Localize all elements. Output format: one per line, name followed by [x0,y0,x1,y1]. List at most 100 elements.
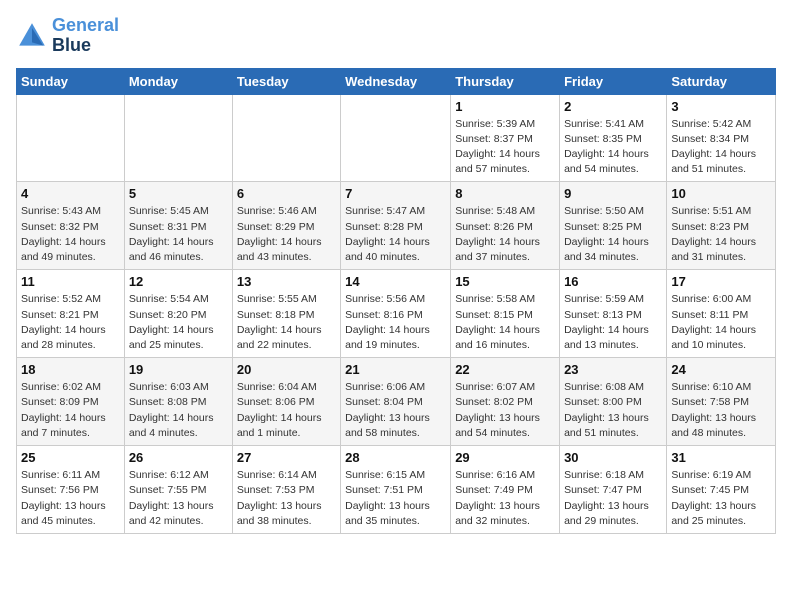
week-row-1: 1 Sunrise: 5:39 AMSunset: 8:37 PMDaylight… [17,94,776,182]
day-number: 17 [671,274,771,289]
day-cell: 5Sunrise: 5:45 AMSunset: 8:31 PMDaylight… [124,182,232,270]
day-cell: 9 Sunrise: 5:50 AMSunset: 8:25 PMDaylight… [560,182,667,270]
page-header: General Blue [16,16,776,56]
day-cell: 12Sunrise: 5:54 AMSunset: 8:20 PMDayligh… [124,270,232,358]
day-cell: 24 Sunrise: 6:10 AMSunset: 7:58 PMDayligh… [667,358,776,446]
day-cell: 18Sunrise: 6:02 AMSunset: 8:09 PMDayligh… [17,358,125,446]
day-cell: 13 Sunrise: 5:55 AMSunset: 8:18 PMDayligh… [232,270,340,358]
col-header-thursday: Thursday [451,68,560,94]
day-number: 23 [564,362,662,377]
day-info: Sunrise: 6:18 AMSunset: 7:47 PMDaylight:… [564,468,662,529]
day-number: 6 [237,186,336,201]
day-number: 27 [237,450,336,465]
day-info: Sunrise: 6:14 AMSunset: 7:53 PMDaylight:… [237,468,336,529]
day-info: Sunrise: 5:55 AMSunset: 8:18 PMDaylight:… [237,292,336,353]
day-info: Sunrise: 6:04 AMSunset: 8:06 PMDaylight:… [237,380,336,441]
calendar-table: SundayMondayTuesdayWednesdayThursdayFrid… [16,68,776,534]
day-number: 3 [671,99,771,114]
col-header-tuesday: Tuesday [232,68,340,94]
day-cell [232,94,340,182]
week-row-5: 25 Sunrise: 6:11 AMSunset: 7:56 PMDayligh… [17,446,776,534]
week-row-2: 4Sunrise: 5:43 AMSunset: 8:32 PMDaylight… [17,182,776,270]
day-info: Sunrise: 5:39 AMSunset: 8:37 PMDaylight:… [455,117,555,178]
day-number: 24 [671,362,771,377]
day-cell: 15 Sunrise: 5:58 AMSunset: 8:15 PMDayligh… [451,270,560,358]
day-number: 9 [564,186,662,201]
day-info: Sunrise: 6:15 AMSunset: 7:51 PMDaylight:… [345,468,446,529]
day-cell: 28 Sunrise: 6:15 AMSunset: 7:51 PMDayligh… [341,446,451,534]
day-cell: 11Sunrise: 5:52 AMSunset: 8:21 PMDayligh… [17,270,125,358]
day-cell: 31Sunrise: 6:19 AMSunset: 7:45 PMDayligh… [667,446,776,534]
logo: General Blue [16,16,119,56]
day-number: 13 [237,274,336,289]
day-cell: 2 Sunrise: 5:41 AMSunset: 8:35 PMDaylight… [560,94,667,182]
calendar-header: SundayMondayTuesdayWednesdayThursdayFrid… [17,68,776,94]
day-number: 16 [564,274,662,289]
day-number: 15 [455,274,555,289]
logo-text: General Blue [52,16,119,56]
day-cell: 27 Sunrise: 6:14 AMSunset: 7:53 PMDayligh… [232,446,340,534]
day-number: 20 [237,362,336,377]
day-cell: 30 Sunrise: 6:18 AMSunset: 7:47 PMDayligh… [560,446,667,534]
day-number: 1 [455,99,555,114]
day-cell: 16 Sunrise: 5:59 AMSunset: 8:13 PMDayligh… [560,270,667,358]
logo-icon [16,20,48,52]
day-number: 19 [129,362,228,377]
day-info: Sunrise: 5:56 AMSunset: 8:16 PMDaylight:… [345,292,446,353]
day-number: 5 [129,186,228,201]
day-cell: 10Sunrise: 5:51 AMSunset: 8:23 PMDayligh… [667,182,776,270]
day-cell [17,94,125,182]
day-number: 14 [345,274,446,289]
day-info: Sunrise: 5:46 AMSunset: 8:29 PMDaylight:… [237,204,336,265]
day-info: Sunrise: 6:08 AMSunset: 8:00 PMDaylight:… [564,380,662,441]
day-cell: 4Sunrise: 5:43 AMSunset: 8:32 PMDaylight… [17,182,125,270]
day-number: 25 [21,450,120,465]
day-number: 29 [455,450,555,465]
day-cell: 6 Sunrise: 5:46 AMSunset: 8:29 PMDaylight… [232,182,340,270]
col-header-monday: Monday [124,68,232,94]
day-number: 2 [564,99,662,114]
day-info: Sunrise: 6:19 AMSunset: 7:45 PMDaylight:… [671,468,771,529]
day-cell: 14 Sunrise: 5:56 AMSunset: 8:16 PMDayligh… [341,270,451,358]
col-header-wednesday: Wednesday [341,68,451,94]
day-info: Sunrise: 6:00 AMSunset: 8:11 PMDaylight:… [671,292,771,353]
day-info: Sunrise: 5:42 AMSunset: 8:34 PMDaylight:… [671,117,771,178]
header-row: SundayMondayTuesdayWednesdayThursdayFrid… [17,68,776,94]
col-header-friday: Friday [560,68,667,94]
day-info: Sunrise: 6:10 AMSunset: 7:58 PMDaylight:… [671,380,771,441]
day-number: 10 [671,186,771,201]
col-header-saturday: Saturday [667,68,776,94]
week-row-4: 18Sunrise: 6:02 AMSunset: 8:09 PMDayligh… [17,358,776,446]
day-cell: 23 Sunrise: 6:08 AMSunset: 8:00 PMDayligh… [560,358,667,446]
day-cell: 3 Sunrise: 5:42 AMSunset: 8:34 PMDaylight… [667,94,776,182]
day-number: 28 [345,450,446,465]
day-info: Sunrise: 5:59 AMSunset: 8:13 PMDaylight:… [564,292,662,353]
week-row-3: 11Sunrise: 5:52 AMSunset: 8:21 PMDayligh… [17,270,776,358]
day-cell: 7Sunrise: 5:47 AMSunset: 8:28 PMDaylight… [341,182,451,270]
day-cell: 21Sunrise: 6:06 AMSunset: 8:04 PMDayligh… [341,358,451,446]
day-info: Sunrise: 5:47 AMSunset: 8:28 PMDaylight:… [345,204,446,265]
day-cell: 17 Sunrise: 6:00 AMSunset: 8:11 PMDayligh… [667,270,776,358]
day-info: Sunrise: 5:58 AMSunset: 8:15 PMDaylight:… [455,292,555,353]
day-number: 8 [455,186,555,201]
day-number: 18 [21,362,120,377]
day-cell: 19Sunrise: 6:03 AMSunset: 8:08 PMDayligh… [124,358,232,446]
day-cell: 22 Sunrise: 6:07 AMSunset: 8:02 PMDayligh… [451,358,560,446]
day-number: 11 [21,274,120,289]
day-cell: 1 Sunrise: 5:39 AMSunset: 8:37 PMDaylight… [451,94,560,182]
day-cell [341,94,451,182]
day-info: Sunrise: 6:07 AMSunset: 8:02 PMDaylight:… [455,380,555,441]
col-header-sunday: Sunday [17,68,125,94]
day-cell: 26Sunrise: 6:12 AMSunset: 7:55 PMDayligh… [124,446,232,534]
day-info: Sunrise: 5:54 AMSunset: 8:20 PMDaylight:… [129,292,228,353]
day-info: Sunrise: 5:41 AMSunset: 8:35 PMDaylight:… [564,117,662,178]
day-number: 26 [129,450,228,465]
day-info: Sunrise: 6:06 AMSunset: 8:04 PMDaylight:… [345,380,446,441]
day-number: 30 [564,450,662,465]
day-number: 22 [455,362,555,377]
day-cell: 29Sunrise: 6:16 AMSunset: 7:49 PMDayligh… [451,446,560,534]
calendar-body: 1 Sunrise: 5:39 AMSunset: 8:37 PMDaylight… [17,94,776,533]
day-cell: 8Sunrise: 5:48 AMSunset: 8:26 PMDaylight… [451,182,560,270]
day-info: Sunrise: 5:50 AMSunset: 8:25 PMDaylight:… [564,204,662,265]
day-info: Sunrise: 6:11 AMSunset: 7:56 PMDaylight:… [21,468,120,529]
